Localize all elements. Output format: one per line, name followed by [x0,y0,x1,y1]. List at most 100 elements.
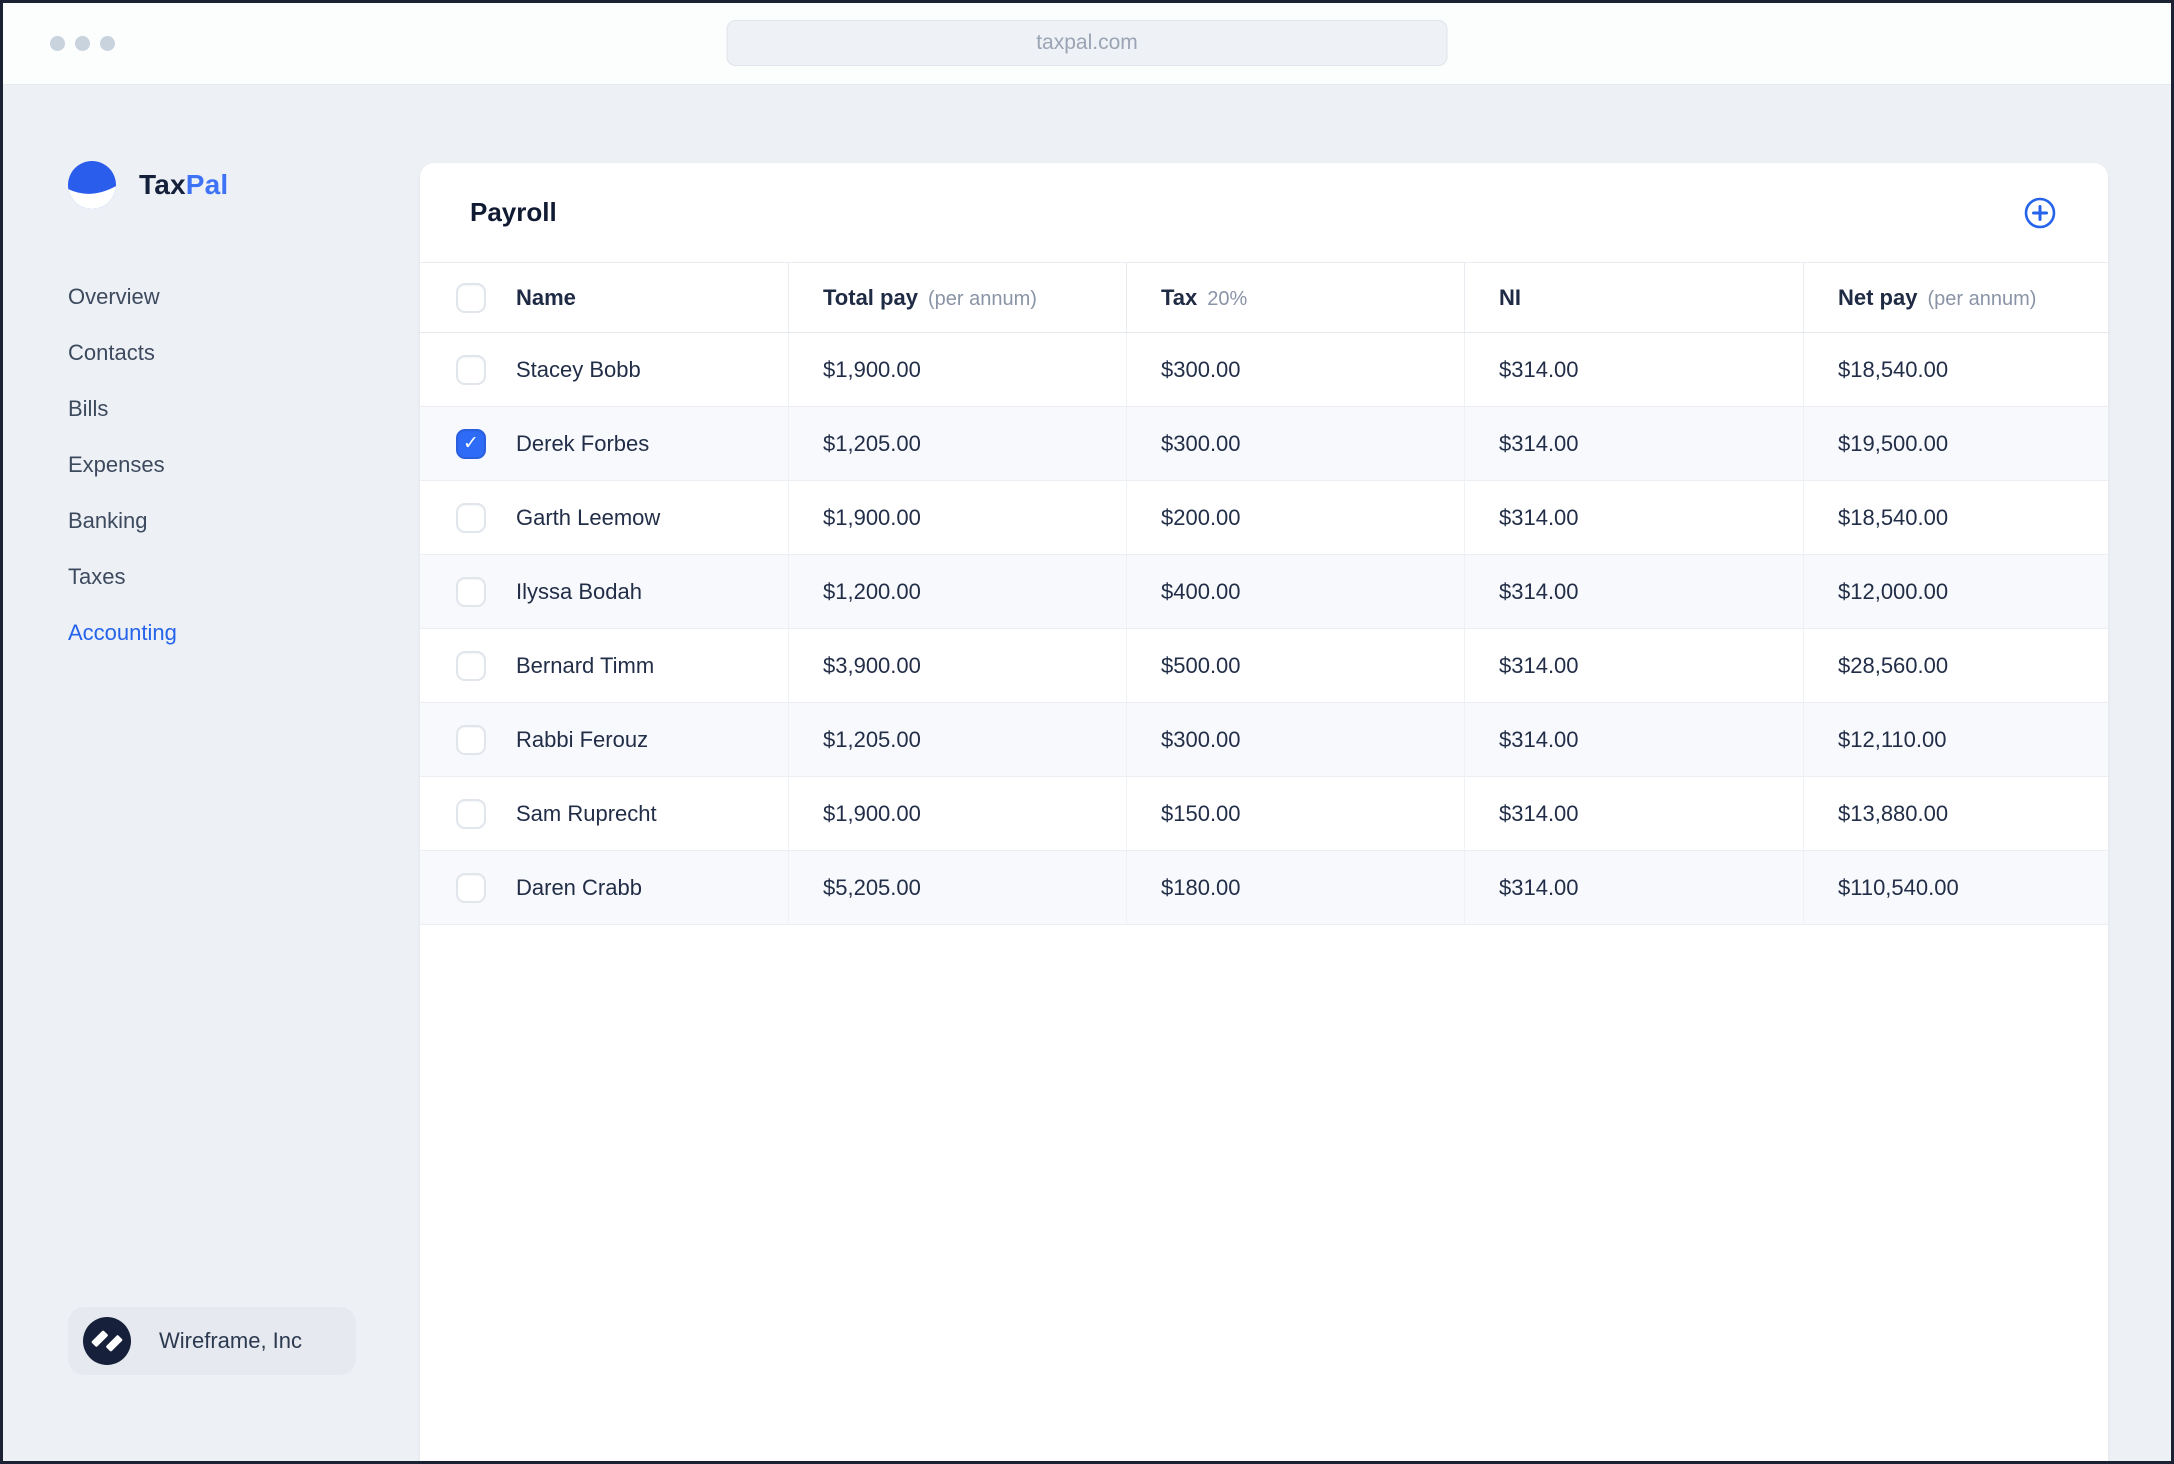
employee-name: Bernard Timm [516,652,655,678]
cell-ni: $314.00 [1464,703,1803,776]
row-checkbox[interactable] [456,650,486,681]
brand-name: TaxPal [139,169,228,201]
cell-name: Sam Ruprecht [420,777,788,850]
cell-ni: $314.00 [1464,777,1803,850]
cell-name: Ilyssa Bodah [420,555,788,628]
tax-value: $300.00 [1161,356,1241,382]
total-pay-value: $1,205.00 [823,726,921,752]
tax-value: $200.00 [1161,504,1241,530]
row-checkbox[interactable] [456,502,486,533]
total-pay-value: $1,900.00 [823,504,921,530]
wireframe-logo-icon [83,1317,131,1365]
cell-net-pay: $18,540.00 [1803,481,2108,554]
employee-name: Derek Forbes [516,430,650,456]
row-checkbox[interactable] [456,872,486,903]
cell-name: Derek Forbes [420,407,788,480]
ni-value: $314.00 [1499,504,1579,530]
cell-tax: $180.00 [1126,851,1464,924]
row-checkbox[interactable] [456,354,486,385]
brand-name-primary: Tax [139,169,186,200]
cell-ni: $314.00 [1464,555,1803,628]
ni-value: $314.00 [1499,578,1579,604]
sidebar-item-bills[interactable]: Bills [68,381,420,437]
cell-name: Daren Crabb [420,851,788,924]
table-row: Sam Ruprecht $1,900.00 $150.00 $314.00 $… [420,777,2108,851]
cell-name: Rabbi Ferouz [420,703,788,776]
column-label: Name [516,284,576,310]
cell-ni: $314.00 [1464,481,1803,554]
url-text: taxpal.com [1036,31,1138,54]
employee-name: Garth Leemow [516,504,661,530]
column-label: Net pay [1838,284,1918,310]
header-cell-tax: Tax 20% [1126,263,1464,332]
sidebar-item-overview[interactable]: Overview [68,269,420,325]
url-bar[interactable]: taxpal.com [726,20,1448,66]
column-label: Tax [1161,284,1198,310]
cell-ni: $314.00 [1464,629,1803,702]
payroll-table-body: Stacey Bobb $1,900.00 $300.00 $314.00 $1… [420,333,2108,925]
tax-value: $300.00 [1161,430,1241,456]
cell-total-pay: $3,900.00 [788,629,1126,702]
cell-net-pay: $19,500.00 [1803,407,2108,480]
employee-name: Rabbi Ferouz [516,726,649,752]
plus-circle-icon [2022,195,2058,231]
cell-ni: $314.00 [1464,333,1803,406]
table-row: Stacey Bobb $1,900.00 $300.00 $314.00 $1… [420,333,2108,407]
sidebar-item-expenses[interactable]: Expenses [68,437,420,493]
column-sublabel: 20% [1207,287,1248,310]
total-pay-value: $1,200.00 [823,578,921,604]
add-payroll-button[interactable] [2022,195,2058,231]
tax-value: $180.00 [1161,874,1241,900]
column-label: Total pay [823,284,918,310]
window-dot [100,36,115,51]
total-pay-value: $1,900.00 [823,356,921,382]
brand: TaxPal [68,161,420,209]
net-pay-value: $12,000.00 [1838,578,1949,604]
cell-ni: $314.00 [1464,407,1803,480]
sidebar-item-accounting[interactable]: Accounting [68,605,420,661]
window-controls [50,36,115,51]
app-window: taxpal.com TaxPal Overview Contacts Bill… [0,0,2174,1464]
header-cell-net-pay: Net pay (per annum) [1803,263,2108,332]
sidebar-item-contacts[interactable]: Contacts [68,325,420,381]
total-pay-value: $3,900.00 [823,652,921,678]
column-sublabel: (per annum) [927,287,1037,310]
cell-tax: $300.00 [1126,407,1464,480]
org-name: Wireframe, Inc [159,1328,303,1353]
employee-name: Ilyssa Bodah [516,578,642,604]
sidebar-item-banking[interactable]: Banking [68,493,420,549]
employee-name: Sam Ruprecht [516,800,657,826]
tax-value: $150.00 [1161,800,1241,826]
row-checkbox[interactable] [456,724,486,755]
cell-net-pay: $28,560.00 [1803,629,2108,702]
cell-net-pay: $12,110.00 [1803,703,2108,776]
cell-total-pay: $5,205.00 [788,851,1126,924]
cell-net-pay: $110,540.00 [1803,851,2108,924]
column-sublabel: (per annum) [1927,287,2037,310]
net-pay-value: $28,560.00 [1838,652,1949,678]
org-badge[interactable]: Wireframe, Inc [68,1307,356,1375]
browser-topbar: taxpal.com [3,3,2171,85]
row-checkbox[interactable] [456,576,486,607]
page-title: Payroll [470,197,557,227]
cell-tax: $200.00 [1126,481,1464,554]
content-area: Payroll Name Total pay (per annum) Tax 2… [420,85,2171,1461]
cell-name: Bernard Timm [420,629,788,702]
cell-total-pay: $1,200.00 [788,555,1126,628]
net-pay-value: $12,110.00 [1838,726,1947,752]
total-pay-value: $5,205.00 [823,874,921,900]
sidebar-item-taxes[interactable]: Taxes [68,549,420,605]
select-all-checkbox[interactable] [456,282,486,313]
taxpal-logo-icon [68,161,116,209]
cell-tax: $300.00 [1126,703,1464,776]
ni-value: $314.00 [1499,652,1579,678]
row-checkbox[interactable] [456,798,486,829]
cell-total-pay: $1,900.00 [788,481,1126,554]
row-checkbox[interactable] [456,428,486,459]
employee-name: Daren Crabb [516,874,642,900]
cell-total-pay: $1,205.00 [788,703,1126,776]
brand-name-secondary: Pal [185,169,229,200]
table-row: Ilyssa Bodah $1,200.00 $400.00 $314.00 $… [420,555,2108,629]
table-row: Garth Leemow $1,900.00 $200.00 $314.00 $… [420,481,2108,555]
tax-value: $400.00 [1161,578,1241,604]
